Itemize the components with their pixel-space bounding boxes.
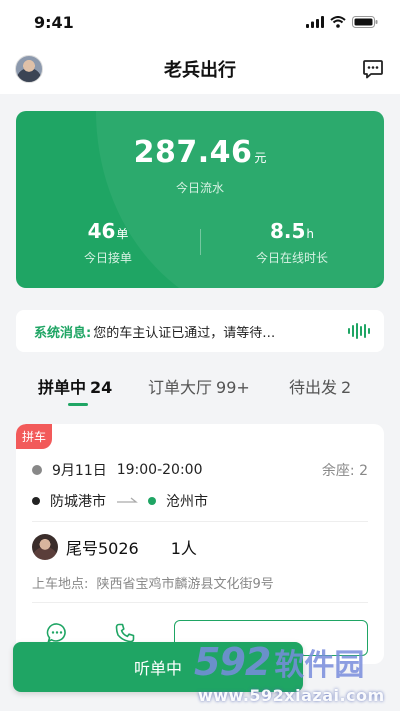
- income-value: 287.46 元: [133, 135, 267, 170]
- watermark-logo: 592 软件园 www.592xiazai.com: [194, 640, 385, 705]
- passenger-avatar: [32, 534, 58, 560]
- page-title: 老兵出行: [164, 60, 236, 81]
- divider: [32, 521, 368, 522]
- origin-dot-icon: [32, 497, 40, 505]
- status-icons: [306, 16, 378, 28]
- pickup-row: 上车地点: 陕西省宝鸡市麟游县文化街9号: [32, 573, 274, 592]
- order-time-row: 9月11日 19:00-20:00 余座: 2: [32, 460, 368, 480]
- orders-stat: 46单 今日接单: [83, 219, 132, 265]
- system-notice[interactable]: 系统消息: 您的车主认证已通过，请等待…: [16, 310, 384, 352]
- clock-icon: [32, 465, 42, 475]
- order-actions: [46, 622, 136, 644]
- earnings-card: 287.46 元 今日流水 46单 今日接单 8.5h 今日在线时长: [16, 111, 384, 288]
- battery-icon: [352, 16, 378, 28]
- notice-label: 系统消息:: [34, 325, 92, 341]
- tab-order-hall[interactable]: 订单大厅 99+: [148, 374, 250, 398]
- chat-icon[interactable]: [46, 622, 68, 644]
- nav-bar: 老兵出行: [0, 44, 400, 94]
- route-row: 防城港市 沧州市: [32, 491, 208, 511]
- income-label: 今日流水: [175, 181, 224, 195]
- pickup-label: 上车地点:: [32, 577, 89, 592]
- origin-city: 防城港市: [50, 494, 106, 510]
- tab-pooling[interactable]: 拼单中 24: [38, 374, 112, 398]
- destination-city: 沧州市: [166, 494, 208, 510]
- pickup-address: 陕西省宝鸡市麟游县文化街9号: [96, 577, 274, 592]
- status-bar: 9:41: [0, 0, 400, 44]
- order-date: 9月11日: [52, 463, 107, 479]
- passenger-row: 尾号5026 1人: [32, 534, 197, 560]
- phone-icon[interactable]: [114, 622, 136, 644]
- voice-wave-icon: [348, 323, 370, 339]
- destination-dot-icon: [148, 497, 156, 505]
- status-time: 9:41: [34, 12, 74, 32]
- online-time-stat: 8.5h 今日在线时长: [255, 219, 328, 265]
- passenger-count: 1人: [170, 539, 197, 558]
- order-time-range: 19:00-20:00: [116, 462, 203, 478]
- tab-indicator: [68, 403, 88, 406]
- user-avatar[interactable]: [15, 55, 43, 83]
- signal-icon: [306, 16, 324, 28]
- order-tabs: 拼单中 24 订单大厅 99+ 待出发 2: [0, 366, 400, 410]
- order-card[interactable]: 拼车 9月11日 19:00-20:00 余座: 2 防城港市 沧州市 尾号50…: [16, 424, 384, 664]
- arrow-right-icon: [117, 497, 138, 503]
- watermark-url: www.592xiazai.com: [198, 686, 385, 705]
- passenger-tail: 尾号5026: [66, 539, 139, 558]
- tab-pending-departure[interactable]: 待出发 2: [289, 374, 351, 398]
- message-icon[interactable]: [362, 58, 384, 80]
- divider: [32, 602, 368, 603]
- notice-text: 您的车主认证已通过，请等待…: [93, 325, 276, 341]
- carpool-badge: 拼车: [16, 424, 53, 449]
- wifi-icon: [330, 16, 346, 28]
- seats-remaining: 余座: 2: [321, 463, 368, 479]
